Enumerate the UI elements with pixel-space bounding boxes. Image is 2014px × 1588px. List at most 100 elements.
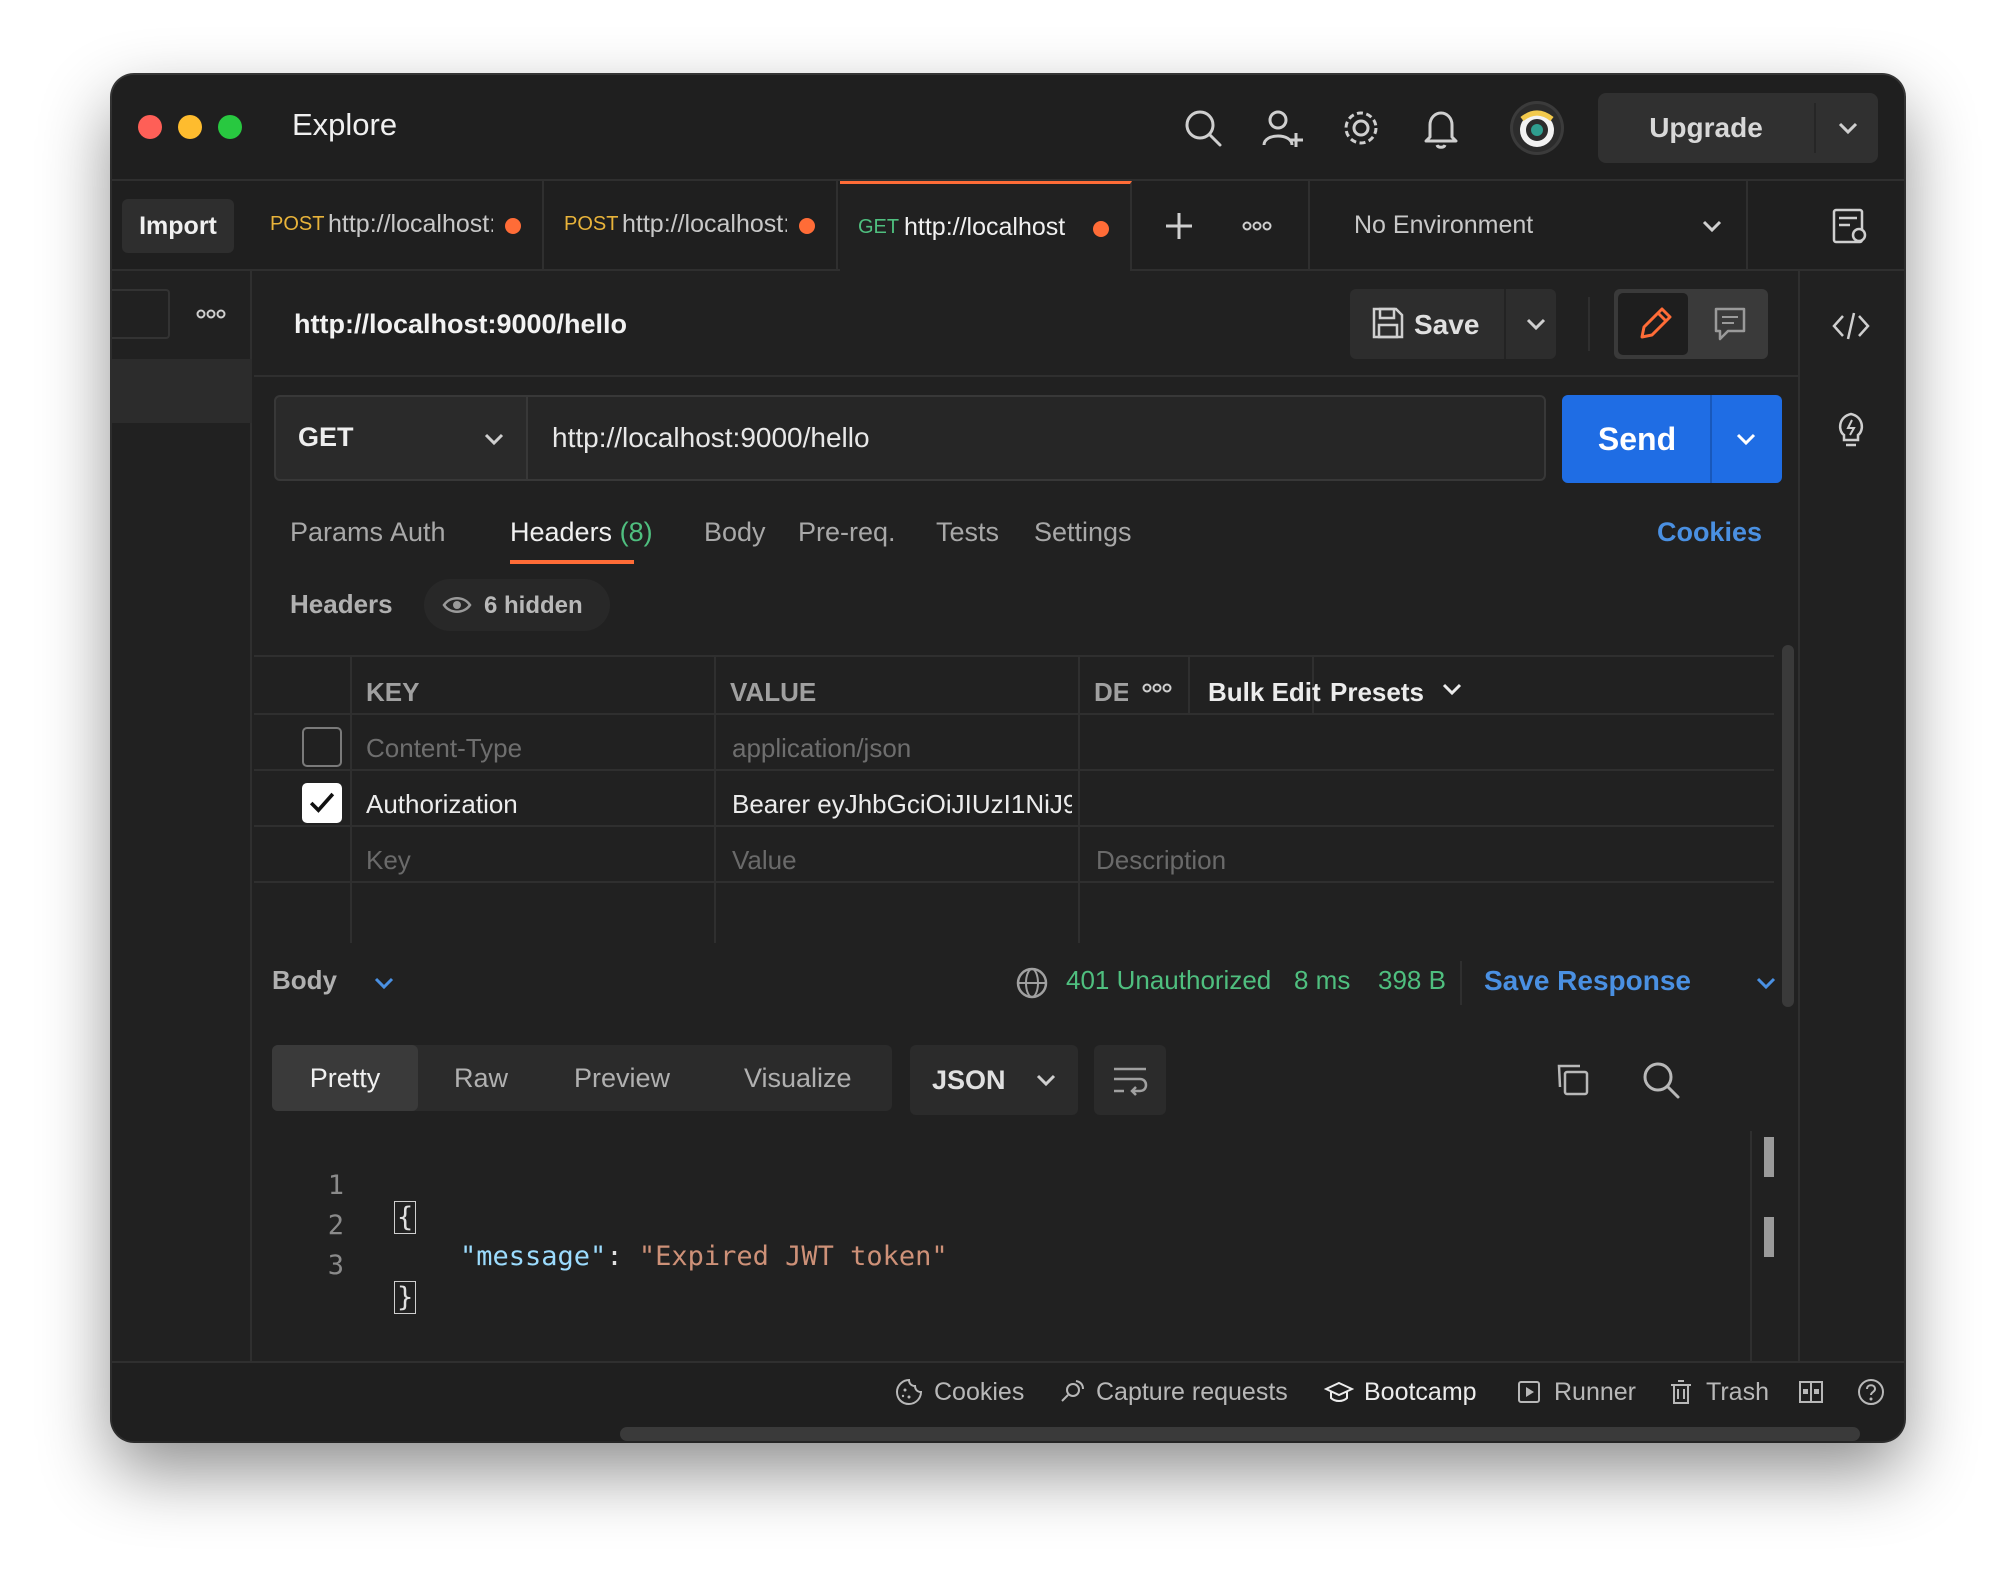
presets-chevron-icon[interactable] [1430,667,1474,711]
statusbar-capture[interactable]: Capture requests [1056,1377,1288,1407]
chevron-down-icon [472,417,516,461]
cookie-icon [895,1378,923,1406]
header-key-cell[interactable]: Content-Type [366,733,522,764]
header-key-cell[interactable]: Authorization [366,789,518,820]
chevron-down-icon[interactable] [1826,106,1870,150]
sidebar-item-selected[interactable] [112,359,252,423]
hidden-headers-toggle[interactable]: 6 hidden [424,579,610,631]
more-tabs-icon[interactable] [1234,203,1280,249]
tab-body[interactable]: Body [704,517,766,548]
save-response-button[interactable]: Save Response [1484,965,1691,997]
lightbulb-icon[interactable] [1828,405,1874,451]
request-tab-2[interactable]: POST http://localhost:9000 [546,181,838,271]
environment-quick-look-icon[interactable] [1826,203,1872,249]
send-label: Send [1597,421,1677,457]
response-body-label[interactable]: Body [272,965,337,996]
request-title[interactable]: http://localhost:9000/hello [294,309,627,340]
minimap-marker [1764,1137,1774,1177]
header-row-checkbox[interactable] [302,727,342,767]
save-options-chevron-icon[interactable] [1514,302,1558,346]
wrap-lines-button[interactable] [1094,1045,1166,1115]
edit-mode-button[interactable] [1618,293,1688,355]
invite-user-icon[interactable] [1260,105,1306,151]
copy-icon[interactable] [1550,1057,1596,1103]
import-button[interactable]: Import [122,199,234,253]
new-tab-plus-icon[interactable] [1156,203,1202,249]
cookies-link[interactable]: Cookies [1657,517,1762,548]
request-tab-1[interactable]: POST http://localhost:9000 [252,181,544,271]
json-value: "Expired JWT token" [638,1241,948,1272]
minimize-window-button[interactable] [178,115,202,139]
tab-auth[interactable]: Auth [390,517,446,548]
code-line: 2 "message": "Expired JWT token" [294,1179,948,1272]
sidebar-more-icon[interactable] [188,291,234,337]
search-icon[interactable] [1180,105,1226,151]
statusbar-trash[interactable]: Trash [1666,1377,1769,1407]
gear-icon[interactable] [1338,105,1384,151]
horizontal-scrollbar[interactable] [620,1427,1860,1441]
statusbar-cookies[interactable]: Cookies [894,1377,1024,1407]
tab-prereq[interactable]: Pre-req. [798,517,896,548]
json-brace-close: } [394,1281,417,1314]
format-preview[interactable]: Preview [574,1045,670,1111]
eye-icon [442,591,472,619]
new-value-input[interactable]: Value [732,845,797,876]
maximize-window-button[interactable] [218,115,242,139]
tab-headers[interactable]: Headers (8) [510,517,653,548]
presets-button[interactable]: Presets [1330,677,1424,708]
globe-icon[interactable] [1014,965,1050,1001]
code-snippet-icon[interactable] [1828,303,1874,349]
method-label: GET [298,422,354,452]
tab-settings[interactable]: Settings [1034,517,1132,548]
line-number: 3 [327,1250,344,1281]
header-value-cell[interactable]: Bearer eyJhbGciOiJIUzI1NiJ9.eyJ... [732,789,1072,820]
two-pane-view-icon[interactable] [1796,1377,1826,1407]
status-code[interactable]: 401 Unauthorized [1066,965,1271,996]
unsaved-dot-icon [1093,221,1109,237]
help-icon[interactable] [1856,1377,1886,1407]
tab-tests[interactable]: Tests [936,517,999,548]
method-select[interactable]: GET [274,395,528,481]
response-size[interactable]: 398 B [1378,965,1446,996]
bulk-edit-button[interactable]: Bulk Edit [1208,677,1321,708]
response-search-icon[interactable] [1638,1057,1684,1103]
url-input[interactable] [528,395,1546,481]
row-divider [254,881,1774,883]
response-format-tabs: Pretty Raw Preview Visualize [272,1045,892,1111]
avatar[interactable] [1510,101,1564,155]
header-row-checkbox[interactable] [302,783,342,823]
close-window-button[interactable] [138,115,162,139]
format-raw[interactable]: Raw [454,1045,508,1111]
save-response-chevron-icon[interactable] [1744,961,1788,1005]
comment-icon[interactable] [1696,293,1764,355]
column-header-description: DES [1094,677,1128,707]
upgrade-button[interactable]: Upgrade [1598,93,1878,163]
app-window: Explore Upgrade Import POST http://local… [112,75,1904,1441]
response-collapse-chevron-icon[interactable] [362,961,406,1005]
header-divider [254,375,1798,377]
response-time[interactable]: 8 ms [1294,965,1350,996]
send-options-chevron-icon[interactable] [1724,417,1768,461]
sidebar-search-box[interactable] [112,289,170,339]
environment-select[interactable]: No Environment [1308,181,1748,271]
new-key-input[interactable]: Key [366,845,411,876]
send-button[interactable]: Send [1562,395,1782,483]
unsaved-dot-icon [799,218,815,234]
format-visualize[interactable]: Visualize [744,1045,852,1111]
request-scrollbar[interactable] [1782,645,1794,1007]
view-mode-toggle[interactable] [1614,289,1768,359]
tab-url: http://localhost:9000 [328,210,493,238]
language-label: JSON [932,1065,1006,1095]
workspace-title[interactable]: Explore [292,107,397,143]
bell-icon[interactable] [1418,105,1464,151]
format-pretty[interactable]: Pretty [272,1045,418,1111]
new-description-input[interactable]: Description [1096,845,1226,876]
tab-params[interactable]: Params [290,517,383,548]
language-select[interactable]: JSON [910,1045,1078,1115]
table-more-icon[interactable] [1134,665,1180,711]
statusbar-bootcamp[interactable]: Bootcamp [1324,1377,1477,1407]
header-value-cell[interactable]: application/json [732,733,911,764]
tab-method: POST [564,213,619,235]
statusbar-runner[interactable]: Runner [1514,1377,1636,1407]
request-tab-3[interactable]: GET http://localhost [840,181,1132,271]
